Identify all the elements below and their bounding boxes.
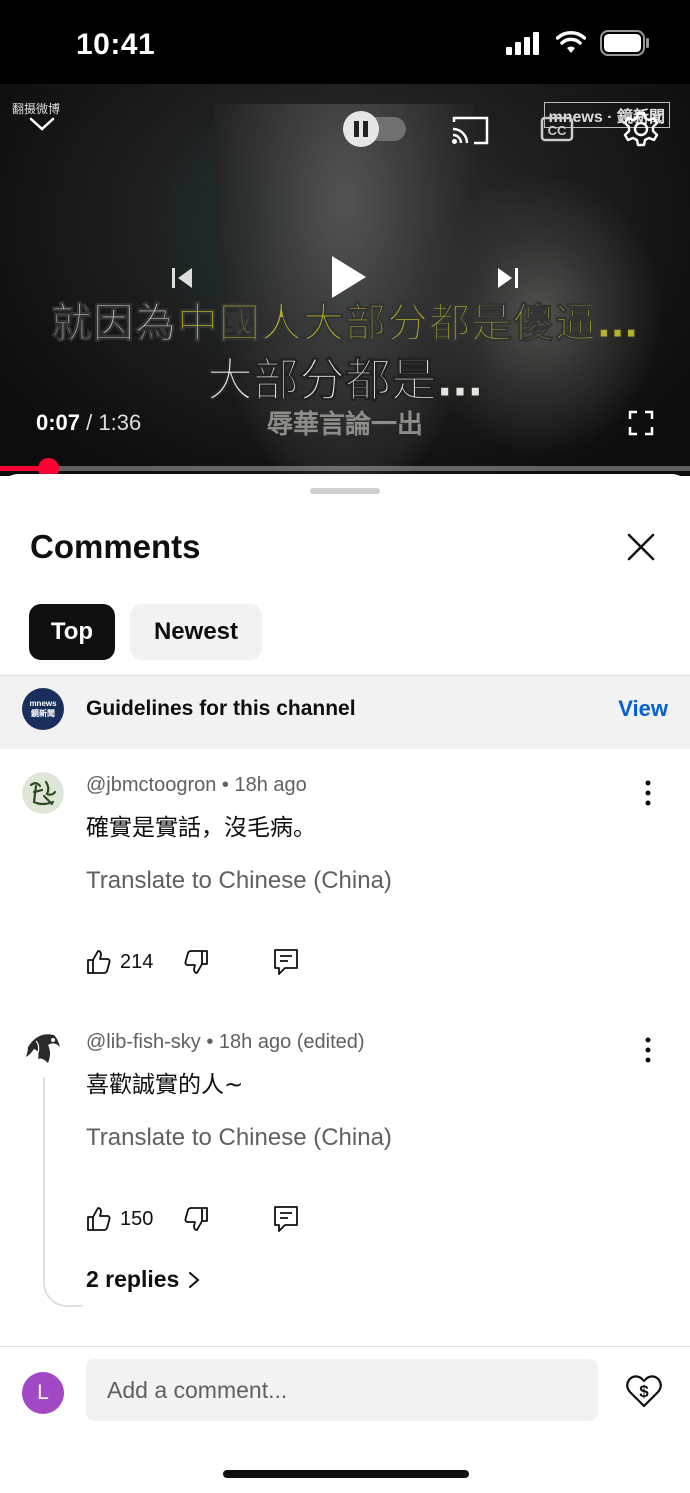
super-thanks-heart-icon[interactable]: $ (624, 1371, 664, 1411)
channel-guidelines-banner: mnews 鏡新聞 Guidelines for this channel Vi… (0, 675, 690, 749)
sheet-drag-handle[interactable] (310, 488, 380, 494)
dislike-button[interactable] (183, 1206, 209, 1232)
previous-icon[interactable] (168, 264, 196, 292)
comment-time: 18h ago (218, 1031, 292, 1053)
battery-icon (600, 30, 649, 56)
view-replies-button[interactable]: 2 replies (86, 1266, 201, 1293)
more-vert-icon[interactable] (636, 778, 660, 808)
fullscreen-icon[interactable] (628, 410, 654, 436)
reply-button[interactable] (273, 1205, 299, 1233)
time-separator: / (80, 410, 99, 435)
play-icon[interactable] (326, 252, 370, 302)
duration: 1:36 (98, 410, 142, 435)
collapse-chevron-icon[interactable] (28, 114, 56, 134)
autoplay-toggle[interactable] (342, 110, 408, 148)
translate-link[interactable]: Translate to Chinese (China) (86, 867, 392, 895)
edited-label: (edited) (296, 1031, 365, 1053)
comment-item: @jbmctoogron • 18h ago 確實是實話，沒毛病。 Transl… (0, 764, 690, 994)
comment-item: @lib-fish-sky • 18h ago (edited) 喜歡誠實的人~… (0, 1021, 690, 1321)
reply-icon (274, 1206, 299, 1232)
more-vert-icon[interactable] (636, 1035, 660, 1065)
comment-actions: 150 (86, 1205, 299, 1233)
avatar[interactable] (22, 1027, 64, 1069)
chip-top[interactable]: Top (29, 604, 115, 660)
cast-icon[interactable] (450, 114, 490, 146)
channel-avatar: mnews 鏡新聞 (22, 688, 64, 730)
thumbs-down-icon (184, 950, 209, 974)
replies-label: 2 replies (86, 1266, 180, 1292)
comment-meta: @jbmctoogron • 18h ago (86, 774, 307, 796)
like-count: 214 (120, 950, 154, 973)
captions-icon[interactable]: CC (540, 114, 574, 144)
chip-newest[interactable]: Newest (130, 604, 262, 660)
thread-line (43, 1077, 83, 1307)
subtitle-line-2: 大部分都是… (207, 353, 484, 408)
thumbs-up-icon (87, 950, 111, 974)
thumbs-up-icon (87, 1207, 111, 1231)
thumbs-down-icon (184, 1207, 209, 1231)
progress-bar[interactable] (0, 458, 690, 479)
close-icon[interactable] (622, 528, 660, 566)
view-guidelines-button[interactable]: View (618, 696, 668, 722)
time-display: 0:07 / 1:36 (36, 410, 141, 436)
avatar[interactable] (22, 772, 64, 814)
cellular-signal-icon (506, 32, 539, 55)
status-bar: 10:41 (0, 0, 690, 84)
comment-meta: @lib-fish-sky • 18h ago (edited) (86, 1031, 365, 1053)
video-player[interactable]: 翻摄微博 mnews · 鏡新聞 CC 就因為中國人大部分都是傻逼… 大部分都是… (0, 84, 690, 476)
calligraphy-avatar-icon (22, 772, 64, 814)
status-time: 10:41 (76, 28, 156, 61)
comment-time: 18h ago (234, 774, 307, 796)
comment-input[interactable] (86, 1359, 598, 1421)
next-icon[interactable] (494, 264, 522, 292)
reply-button[interactable] (273, 948, 299, 976)
comment-author[interactable]: @lib-fish-sky (86, 1031, 201, 1053)
guidelines-text: Guidelines for this channel (86, 697, 356, 720)
comments-sheet: Comments Top Newest mnews 鏡新聞 Guidelines… (0, 474, 690, 1493)
status-icons (506, 30, 650, 56)
comment-actions: 214 (86, 948, 299, 976)
current-time: 0:07 (36, 410, 81, 435)
settings-gear-icon[interactable] (622, 110, 660, 148)
comment-text: 確實是實話，沒毛病。 (86, 815, 316, 841)
like-button[interactable]: 150 (86, 1206, 153, 1232)
sheet-title: Comments (30, 528, 201, 565)
like-count: 150 (120, 1207, 154, 1230)
svg-text:$: $ (639, 1382, 649, 1401)
dislike-button[interactable] (183, 949, 209, 975)
home-indicator[interactable] (223, 1470, 469, 1478)
wifi-icon (556, 31, 586, 53)
chevron-right-icon (189, 1271, 200, 1288)
like-button[interactable]: 214 (86, 949, 153, 975)
comment-text: 喜歡誠實的人~ (86, 1072, 244, 1098)
avatar[interactable]: L (22, 1372, 64, 1414)
fish-avatar-icon (26, 1034, 60, 1063)
comment-author[interactable]: @jbmctoogron (86, 774, 216, 796)
translate-link[interactable]: Translate to Chinese (China) (86, 1124, 392, 1152)
comment-composer: L $ (0, 1346, 690, 1493)
reply-icon (274, 949, 299, 975)
svg-text:CC: CC (548, 123, 567, 138)
